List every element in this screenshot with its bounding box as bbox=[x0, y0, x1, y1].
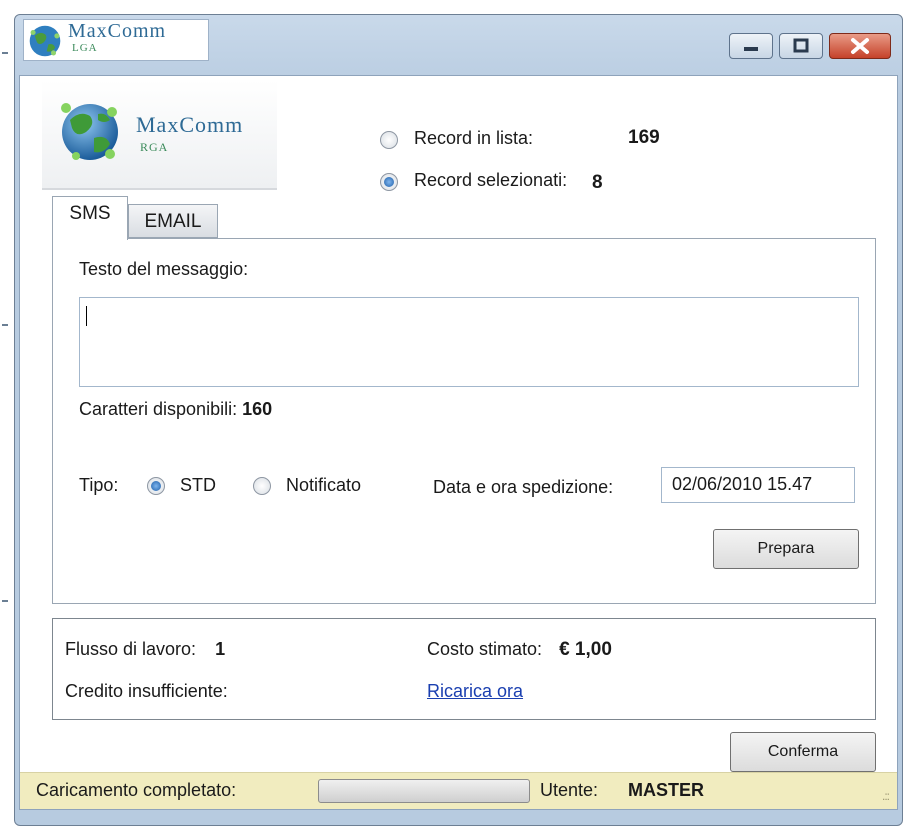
tipo-notificato-radio[interactable] bbox=[253, 477, 271, 496]
tab-sms[interactable]: SMS bbox=[52, 196, 128, 240]
user-value: MASTER bbox=[628, 780, 704, 800]
prepare-button[interactable]: Prepara bbox=[713, 529, 859, 569]
credit-label: Credito insufficiente: bbox=[65, 681, 228, 701]
text-caret bbox=[86, 306, 87, 326]
record-selected-label: Record selezionati: bbox=[414, 170, 568, 190]
status-bar: Caricamento completato: Utente: MASTER .… bbox=[20, 772, 897, 809]
send-date-label: Data e ora spedizione: bbox=[433, 477, 614, 497]
send-date-field[interactable]: 02/06/2010 15.47 bbox=[661, 467, 855, 503]
title-brand: MaxComm bbox=[68, 20, 167, 42]
tipo-std-label: STD bbox=[180, 475, 217, 495]
loading-progress-bar bbox=[318, 779, 530, 803]
record-selected-radio[interactable] bbox=[380, 173, 398, 191]
tab-email[interactable]: EMAIL bbox=[128, 204, 218, 238]
minimize-icon bbox=[744, 47, 758, 51]
title-brand-sub: LGA bbox=[72, 42, 98, 54]
loading-status-label: Caricamento completato: bbox=[36, 780, 237, 800]
tipo-notificato-label: Notificato bbox=[286, 475, 362, 495]
cost-label: Costo stimato: bbox=[427, 639, 543, 659]
maximize-button[interactable] bbox=[779, 33, 823, 59]
close-icon bbox=[851, 38, 869, 54]
message-textarea[interactable] bbox=[79, 297, 859, 387]
edge-artifact bbox=[2, 600, 8, 602]
record-in-list-value: 169 bbox=[628, 127, 660, 148]
tipo-notificato-option[interactable]: Notificato bbox=[253, 475, 361, 496]
workflow-row: Flusso di lavoro: 1 bbox=[65, 639, 225, 660]
title-logo: MaxComm LGA bbox=[23, 19, 209, 61]
edge-artifact bbox=[2, 324, 8, 326]
tipo-label: Tipo: bbox=[79, 475, 119, 495]
recharge-link[interactable]: Ricarica ora bbox=[427, 681, 523, 702]
globe-icon bbox=[29, 25, 61, 57]
tipo-std-radio[interactable] bbox=[147, 477, 165, 496]
globe-icon bbox=[61, 103, 118, 160]
message-label: Testo del messaggio: bbox=[79, 259, 249, 279]
workflow-label: Flusso di lavoro: bbox=[65, 639, 197, 659]
header-brand: MaxComm bbox=[136, 112, 244, 137]
cost-row: Costo stimato: € 1,00 bbox=[427, 639, 612, 661]
cost-value: € 1,00 bbox=[559, 639, 612, 660]
minimize-button[interactable] bbox=[729, 33, 773, 59]
app-window: MaxComm LGA MaxComm RGA Record in lista:… bbox=[14, 14, 903, 826]
record-in-list-radio[interactable] bbox=[380, 131, 398, 149]
record-selected-value: 8 bbox=[592, 172, 603, 193]
chars-available-label: Caratteri disponibili: 160 bbox=[79, 399, 272, 420]
header-logo-panel: MaxComm RGA bbox=[42, 80, 277, 190]
maximize-icon bbox=[793, 38, 809, 53]
edge-artifact bbox=[2, 52, 8, 54]
workflow-value: 1 bbox=[215, 639, 226, 659]
resize-grip-icon[interactable]: .:: bbox=[882, 789, 890, 803]
client-area: MaxComm RGA Record in lista: 169 Record … bbox=[19, 75, 898, 810]
confirm-button[interactable]: Conferma bbox=[730, 732, 876, 772]
user-label: Utente: bbox=[540, 780, 599, 800]
header-brand-sub: RGA bbox=[140, 140, 169, 154]
tipo-std-option[interactable]: STD bbox=[147, 475, 216, 496]
sms-tab-panel: Testo del messaggio: Caratteri disponibi… bbox=[52, 238, 876, 604]
chars-available-value: 160 bbox=[242, 399, 273, 419]
info-panel: Flusso di lavoro: 1 Costo stimato: € 1,0… bbox=[52, 618, 876, 720]
close-button[interactable] bbox=[829, 33, 891, 59]
chars-available-text: Caratteri disponibili: bbox=[79, 399, 238, 419]
record-in-list-label: Record in lista: bbox=[414, 128, 534, 148]
